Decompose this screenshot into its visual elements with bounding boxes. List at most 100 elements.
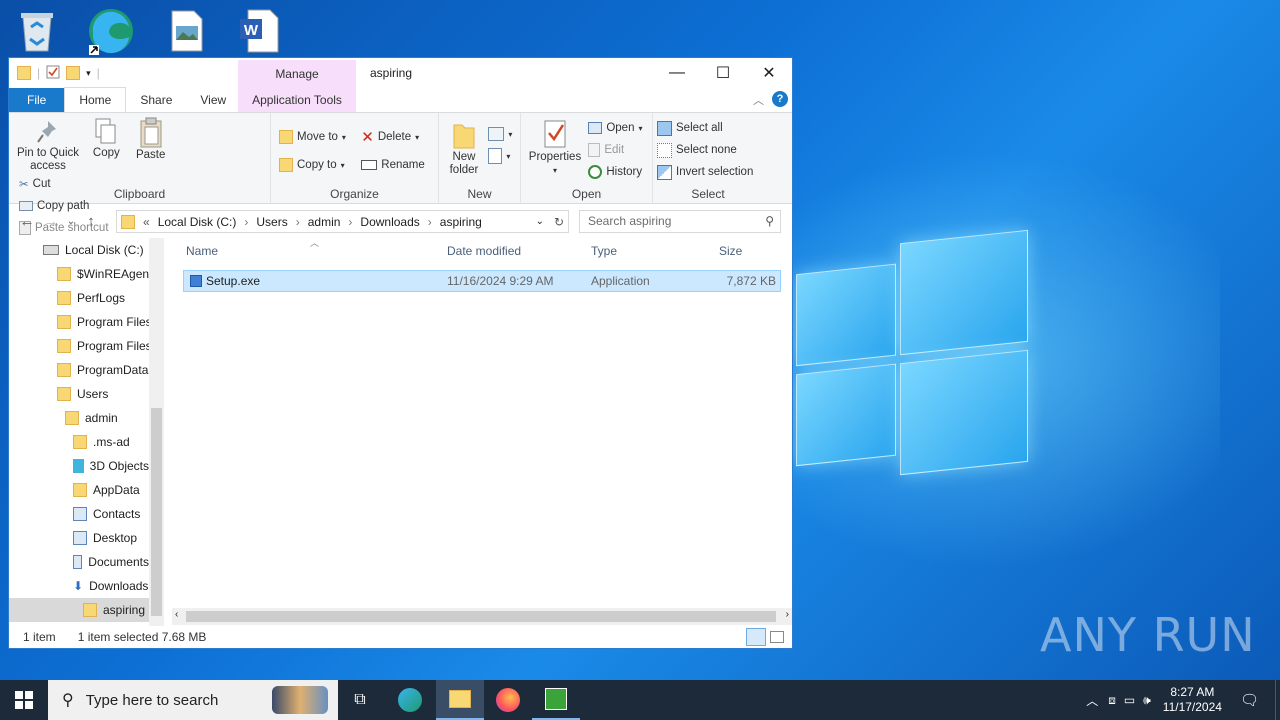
rename-button[interactable]: Rename	[361, 151, 425, 179]
collapse-ribbon-icon[interactable]: ︿	[753, 92, 764, 108]
minimize-button[interactable]: —	[654, 58, 700, 88]
breadcrumb-users[interactable]: Users	[256, 215, 287, 229]
taskbar-edge[interactable]	[386, 680, 434, 720]
recycle-bin-icon[interactable]	[12, 6, 62, 56]
word-document-shortcut-icon[interactable]: W	[234, 6, 284, 56]
refresh-icon[interactable]: ↻	[554, 215, 564, 229]
sidebar-item-label: admin	[85, 411, 118, 425]
new-folder-qat-icon[interactable]	[66, 66, 81, 80]
forward-arrow-icon[interactable]: →	[39, 213, 63, 230]
clipboard-group: Pin to Quick access Copy Paste ✂ Cut Copy…	[9, 113, 271, 235]
system-tray: ︿ ⧈ ▭ 🕪 8:27 AM 11/17/2024 🗨	[1086, 680, 1280, 720]
copy-icon	[95, 118, 116, 144]
help-icon[interactable]: ?	[772, 91, 788, 107]
network-status-icon[interactable]: ⧈	[1108, 693, 1116, 708]
start-button[interactable]	[0, 680, 48, 720]
taskbar-file-explorer[interactable]	[436, 680, 484, 720]
horizontal-scrollbar[interactable]: ‹ ›	[172, 608, 792, 625]
taskbar-firefox[interactable]	[484, 680, 532, 720]
select-none-button[interactable]: Select none	[657, 139, 759, 161]
image-file-shortcut-icon[interactable]	[162, 6, 212, 56]
taskbar-search-box[interactable]: ⚲ Type here to search	[48, 680, 338, 720]
sidebar-item-label: Program Files	[77, 339, 149, 353]
sidebar-item[interactable]: admin	[9, 406, 149, 430]
tab-share[interactable]: Share	[126, 88, 186, 112]
clock[interactable]: 8:27 AM 11/17/2024	[1163, 685, 1222, 715]
show-hidden-icons[interactable]: ︿	[1086, 692, 1098, 709]
maximize-button[interactable]: ☐	[700, 58, 746, 88]
column-name[interactable]: Name	[186, 244, 218, 258]
tab-home[interactable]: Home	[64, 87, 127, 112]
task-view-button[interactable]: ⧉	[336, 680, 384, 720]
copy-button[interactable]: Copy	[89, 117, 123, 160]
sidebar-item[interactable]: Program Files	[9, 310, 149, 334]
breadcrumb-overflow[interactable]: «	[143, 215, 150, 229]
show-desktop-button[interactable]	[1275, 680, 1280, 720]
taskbar-app[interactable]	[532, 680, 580, 720]
move-to-button[interactable]: Move to ▾	[279, 123, 346, 151]
new-folder-button[interactable]: New folder	[446, 121, 482, 177]
table-row[interactable]: Setup.exe 11/16/2024 9:29 AM Application…	[183, 270, 781, 292]
history-button[interactable]: History	[588, 161, 642, 183]
open-button[interactable]: Open ▾	[588, 117, 643, 139]
breadcrumb-admin[interactable]: admin	[308, 215, 341, 229]
edit-button[interactable]: Edit	[588, 139, 642, 161]
edge-shortcut-icon[interactable]	[86, 6, 136, 56]
select-all-button[interactable]: Select all	[657, 117, 759, 139]
properties-qat-icon[interactable]	[46, 65, 60, 82]
breadcrumb-local-disk[interactable]: Local Disk (C:)	[158, 215, 237, 229]
sidebar-item[interactable]: ⬇ Downloads	[9, 574, 149, 598]
sidebar-item[interactable]: Local Disk (C:)	[9, 238, 149, 262]
column-type[interactable]: Type	[591, 244, 617, 258]
invert-selection-button[interactable]: Invert selection	[657, 161, 759, 183]
nav-vertical-scrollbar[interactable]	[149, 238, 164, 626]
volume-icon[interactable]: 🕪	[1143, 693, 1151, 708]
address-dropdown-icon[interactable]: ⌄	[536, 216, 544, 227]
tab-application-tools[interactable]: Application Tools	[238, 88, 356, 112]
copy-to-button[interactable]: Copy to ▾	[279, 151, 346, 179]
scroll-right-icon[interactable]: ›	[786, 609, 789, 620]
properties-button[interactable]: Properties ▾	[528, 119, 582, 177]
easy-access-button[interactable]: ▾	[488, 145, 512, 167]
sidebar-item[interactable]: ProgramData	[9, 358, 149, 382]
sidebar-item[interactable]: Program Files	[9, 334, 149, 358]
notifications-icon[interactable]: 🗨	[1240, 691, 1259, 709]
large-icons-view-icon[interactable]	[770, 631, 784, 643]
sidebar-item[interactable]: Contacts	[9, 502, 149, 526]
sidebar-item[interactable]: Users	[9, 382, 149, 406]
paste-button[interactable]: Paste	[133, 117, 169, 162]
sidebar-item[interactable]: Documents	[9, 550, 149, 574]
sidebar-item[interactable]: $WinREAgent	[9, 262, 149, 286]
sidebar-item[interactable]: AppData	[9, 478, 149, 502]
delete-button[interactable]: ✕ Delete ▾	[361, 123, 424, 151]
organize-group: Move to ▾ Copy to ▾ ✕ Delete ▾ Rename Organi…	[271, 113, 439, 203]
sidebar-item[interactable]: 3D Objects	[9, 454, 149, 478]
tab-view[interactable]: View	[186, 88, 240, 112]
column-size[interactable]: Size	[719, 244, 742, 258]
sidebar-item[interactable]: Desktop	[9, 526, 149, 550]
scroll-thumb[interactable]	[186, 611, 776, 622]
network-icon[interactable]: ▭	[1124, 693, 1135, 707]
sidebar-item[interactable]: aspiring	[9, 598, 149, 622]
details-view-icon[interactable]	[746, 628, 766, 646]
sidebar-item[interactable]: PerfLogs	[9, 286, 149, 310]
scroll-left-icon[interactable]: ‹	[175, 609, 178, 620]
new-item-button[interactable]: ▾	[488, 123, 512, 145]
address-bar[interactable]: « Local Disk (C:) › Users › admin › Downloa…	[116, 210, 569, 233]
contacts-icon	[73, 507, 87, 521]
back-arrow-icon[interactable]: ←	[15, 213, 39, 230]
column-date-modified[interactable]: Date modified	[447, 244, 521, 258]
breadcrumb-downloads[interactable]: Downloads	[360, 215, 419, 229]
sidebar-item[interactable]: .ms-ad	[9, 430, 149, 454]
search-input[interactable]: Search aspiring ⚲	[579, 210, 781, 233]
organize-group-label: Organize	[330, 187, 379, 201]
qat-dropdown-icon[interactable]: ▾	[86, 68, 91, 79]
recent-locations-icon[interactable]: ⌄	[63, 216, 79, 227]
up-arrow-icon[interactable]: ↑	[79, 213, 103, 230]
breadcrumb-aspiring[interactable]: aspiring	[440, 215, 482, 229]
pin-quick-access-button[interactable]: Pin to Quick access	[16, 117, 80, 173]
scroll-thumb[interactable]	[151, 408, 162, 616]
select-all-icon	[657, 120, 672, 136]
tab-file[interactable]: File	[9, 88, 65, 112]
close-button[interactable]: ✕	[746, 58, 792, 88]
